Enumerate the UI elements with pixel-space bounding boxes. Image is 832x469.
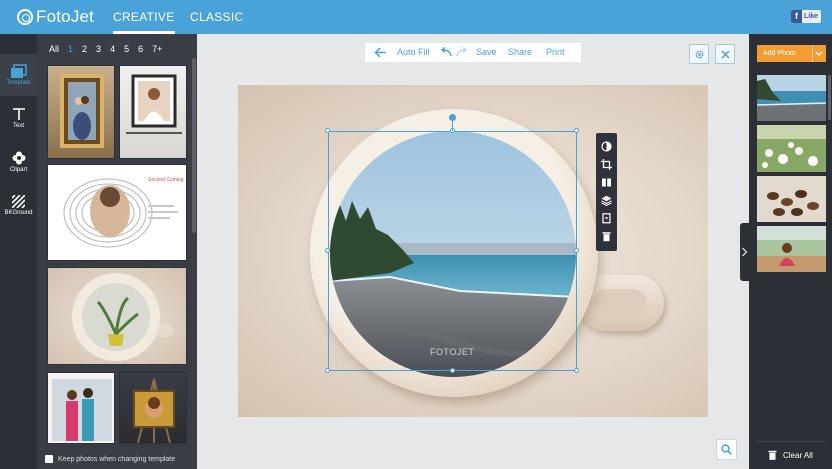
layers-icon[interactable] — [601, 195, 612, 206]
collapse-panel-tab[interactable] — [740, 223, 749, 281]
zoom-button[interactable] — [716, 439, 737, 460]
settings-button[interactable] — [689, 44, 709, 64]
tool-background-label: BKGround — [4, 210, 33, 216]
fotojet-logo[interactable]: FotoJet — [17, 7, 94, 27]
share-button[interactable]: Share — [508, 47, 532, 57]
tool-text[interactable]: Text — [0, 98, 37, 140]
template-thumb-fingerprint[interactable]: Second Coming — [47, 164, 187, 261]
photo-thumb-girl[interactable] — [757, 226, 826, 272]
crop-icon[interactable] — [601, 159, 612, 170]
facebook-like-label: Like — [803, 13, 818, 20]
template-thumb-girl-frame[interactable] — [119, 65, 187, 159]
trash-icon[interactable] — [601, 231, 612, 242]
filter-6[interactable]: 6 — [138, 44, 143, 54]
zoom-icon — [721, 444, 732, 455]
template-icon — [10, 64, 27, 78]
filter-3[interactable]: 3 — [96, 44, 101, 54]
resize-handle-top-right[interactable] — [574, 128, 579, 133]
resize-handle-left[interactable] — [325, 248, 330, 253]
clipart-icon — [12, 151, 25, 165]
add-photo-label: Add Photo — [763, 50, 796, 57]
add-photo-button[interactable]: Add Photo — [757, 45, 826, 62]
add-photo-divider — [812, 45, 813, 62]
chevron-right-icon — [742, 247, 748, 257]
duplicate-icon[interactable] — [601, 213, 612, 224]
print-button[interactable]: Print — [546, 47, 565, 57]
resize-handle-bottom-left[interactable] — [325, 368, 330, 373]
clear-all-button[interactable]: Clear All — [768, 450, 813, 460]
flowers-photo — [757, 125, 826, 172]
selection-box[interactable] — [328, 131, 577, 371]
keep-photos-label: Keep photos when changing template — [58, 455, 176, 463]
editor-toolbar: Auto Fill Save Share Print — [365, 43, 581, 62]
tool-background[interactable]: BKGround — [0, 186, 37, 228]
flip-icon[interactable] — [601, 177, 612, 188]
auto-fill-button[interactable]: Auto Fill — [397, 47, 430, 57]
background-icon — [12, 195, 25, 208]
coffee-beans-photo — [757, 176, 826, 222]
filter-2[interactable]: 2 — [82, 44, 87, 54]
keep-photos-option[interactable]: Keep photos when changing template — [45, 455, 175, 463]
tool-clipart[interactable]: Clipart — [0, 142, 37, 184]
template-thumb-easel[interactable] — [119, 372, 187, 444]
friends-image — [52, 379, 112, 441]
girl-frame-image — [126, 74, 182, 134]
template-thumb-coffee-cup[interactable] — [47, 267, 187, 365]
filter-7plus[interactable]: 7+ — [152, 44, 162, 54]
resize-handle-top-left[interactable] — [325, 128, 330, 133]
resize-handle-bottom[interactable] — [450, 368, 455, 373]
tool-text-label: Text — [12, 123, 24, 129]
photo-thumb-beach[interactable] — [757, 75, 826, 121]
trash-icon — [768, 450, 777, 460]
fingerprint-title: Second Coming — [148, 177, 184, 183]
coffee-cup-image — [72, 273, 174, 361]
resize-handle-right[interactable] — [574, 248, 579, 253]
close-icon — [720, 49, 730, 59]
template-thumb-couple-frame[interactable] — [47, 65, 115, 159]
facebook-icon: f — [790, 10, 802, 23]
chevron-down-icon[interactable] — [815, 51, 823, 56]
clear-all-divider — [757, 441, 826, 442]
tab-creative[interactable]: CREATIVE — [113, 0, 175, 34]
tool-template-label: Template — [6, 80, 31, 86]
rotate-handle-stem — [452, 120, 453, 131]
facebook-like-button[interactable]: f Like — [790, 10, 821, 23]
template-scrollbar[interactable] — [192, 58, 196, 233]
template-count-filter: All 1 2 3 4 5 6 7+ — [49, 44, 162, 54]
undo-icon[interactable] — [440, 47, 452, 57]
arrow-left-icon[interactable] — [374, 47, 387, 58]
close-button[interactable] — [715, 44, 735, 64]
filter-5[interactable]: 5 — [124, 44, 129, 54]
template-thumb-friends[interactable] — [47, 372, 115, 444]
keep-photos-checkbox[interactable] — [45, 455, 53, 463]
element-tools — [596, 133, 617, 251]
logo-text: FotoJet — [36, 7, 95, 26]
logo-icon — [17, 9, 33, 25]
tool-sidebar: Template Text Clipart BKGround — [0, 34, 37, 469]
clear-all-label: Clear All — [783, 450, 813, 460]
tool-clipart-label: Clipart — [9, 167, 28, 173]
gear-icon — [694, 49, 704, 59]
tool-template[interactable]: Template — [0, 54, 37, 96]
easel-image — [133, 378, 175, 443]
couple-frame-image — [60, 74, 104, 148]
photo-thumb-coffee-beans[interactable] — [757, 176, 826, 222]
tab-classic[interactable]: CLASSIC — [190, 0, 243, 34]
filter-1[interactable]: 1 — [68, 44, 73, 54]
filter-all[interactable]: All — [49, 44, 59, 54]
photo-panel-scrollbar[interactable] — [828, 75, 831, 120]
top-bar: FotoJet CREATIVE CLASSIC f Like — [0, 0, 832, 34]
girl-photo — [757, 226, 826, 272]
filter-4[interactable]: 4 — [110, 44, 115, 54]
resize-handle-bottom-right[interactable] — [574, 368, 579, 373]
redo-icon[interactable] — [456, 47, 468, 57]
beach-photo — [757, 75, 826, 121]
save-button[interactable]: Save — [476, 47, 497, 57]
filter-icon[interactable] — [601, 141, 612, 152]
photo-thumb-flowers[interactable] — [757, 125, 826, 172]
text-icon — [12, 108, 25, 120]
